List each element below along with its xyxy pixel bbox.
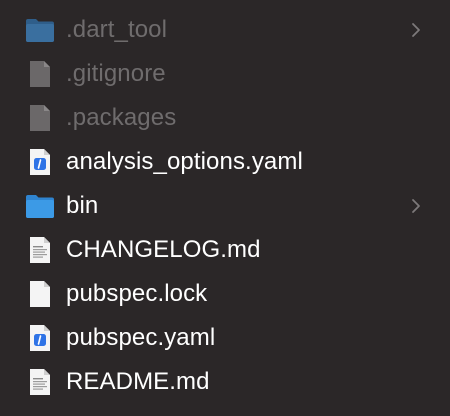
list-item-analysis-options[interactable]: analysis_options.yaml — [0, 140, 450, 184]
list-item-packages[interactable]: .packages — [0, 96, 450, 140]
generic-file-icon — [25, 59, 55, 89]
file-name: .packages — [66, 104, 177, 131]
list-item-gitignore[interactable]: .gitignore — [0, 52, 450, 96]
list-item-pubspec-lock[interactable]: pubspec.lock — [0, 272, 450, 316]
list-item-bin[interactable]: bin — [0, 184, 450, 228]
list-item-changelog[interactable]: CHANGELOG.md — [0, 228, 450, 272]
generic-file-icon — [25, 103, 55, 133]
file-list: .dart_tool .gitignore .packages analysis… — [0, 0, 450, 416]
text-document-icon — [25, 367, 55, 397]
folder-icon — [25, 191, 55, 221]
text-document-icon — [25, 235, 55, 265]
chevron-right-icon[interactable] — [410, 197, 422, 215]
blank-file-icon — [25, 279, 55, 309]
file-name: bin — [66, 192, 99, 219]
file-name: pubspec.yaml — [66, 324, 216, 351]
folder-icon — [25, 15, 55, 45]
file-name: CHANGELOG.md — [66, 236, 261, 263]
chevron-right-icon[interactable] — [410, 21, 422, 39]
list-item-pubspec-yaml[interactable]: pubspec.yaml — [0, 316, 450, 360]
file-name: analysis_options.yaml — [66, 148, 303, 175]
yaml-file-icon — [25, 147, 55, 177]
yaml-file-icon — [25, 323, 55, 353]
file-name: .gitignore — [66, 60, 166, 87]
file-name: .dart_tool — [66, 16, 168, 43]
list-item-dart-tool[interactable]: .dart_tool — [0, 8, 450, 52]
list-item-readme[interactable]: README.md — [0, 360, 450, 404]
file-name: README.md — [66, 368, 210, 395]
file-name: pubspec.lock — [66, 280, 208, 307]
